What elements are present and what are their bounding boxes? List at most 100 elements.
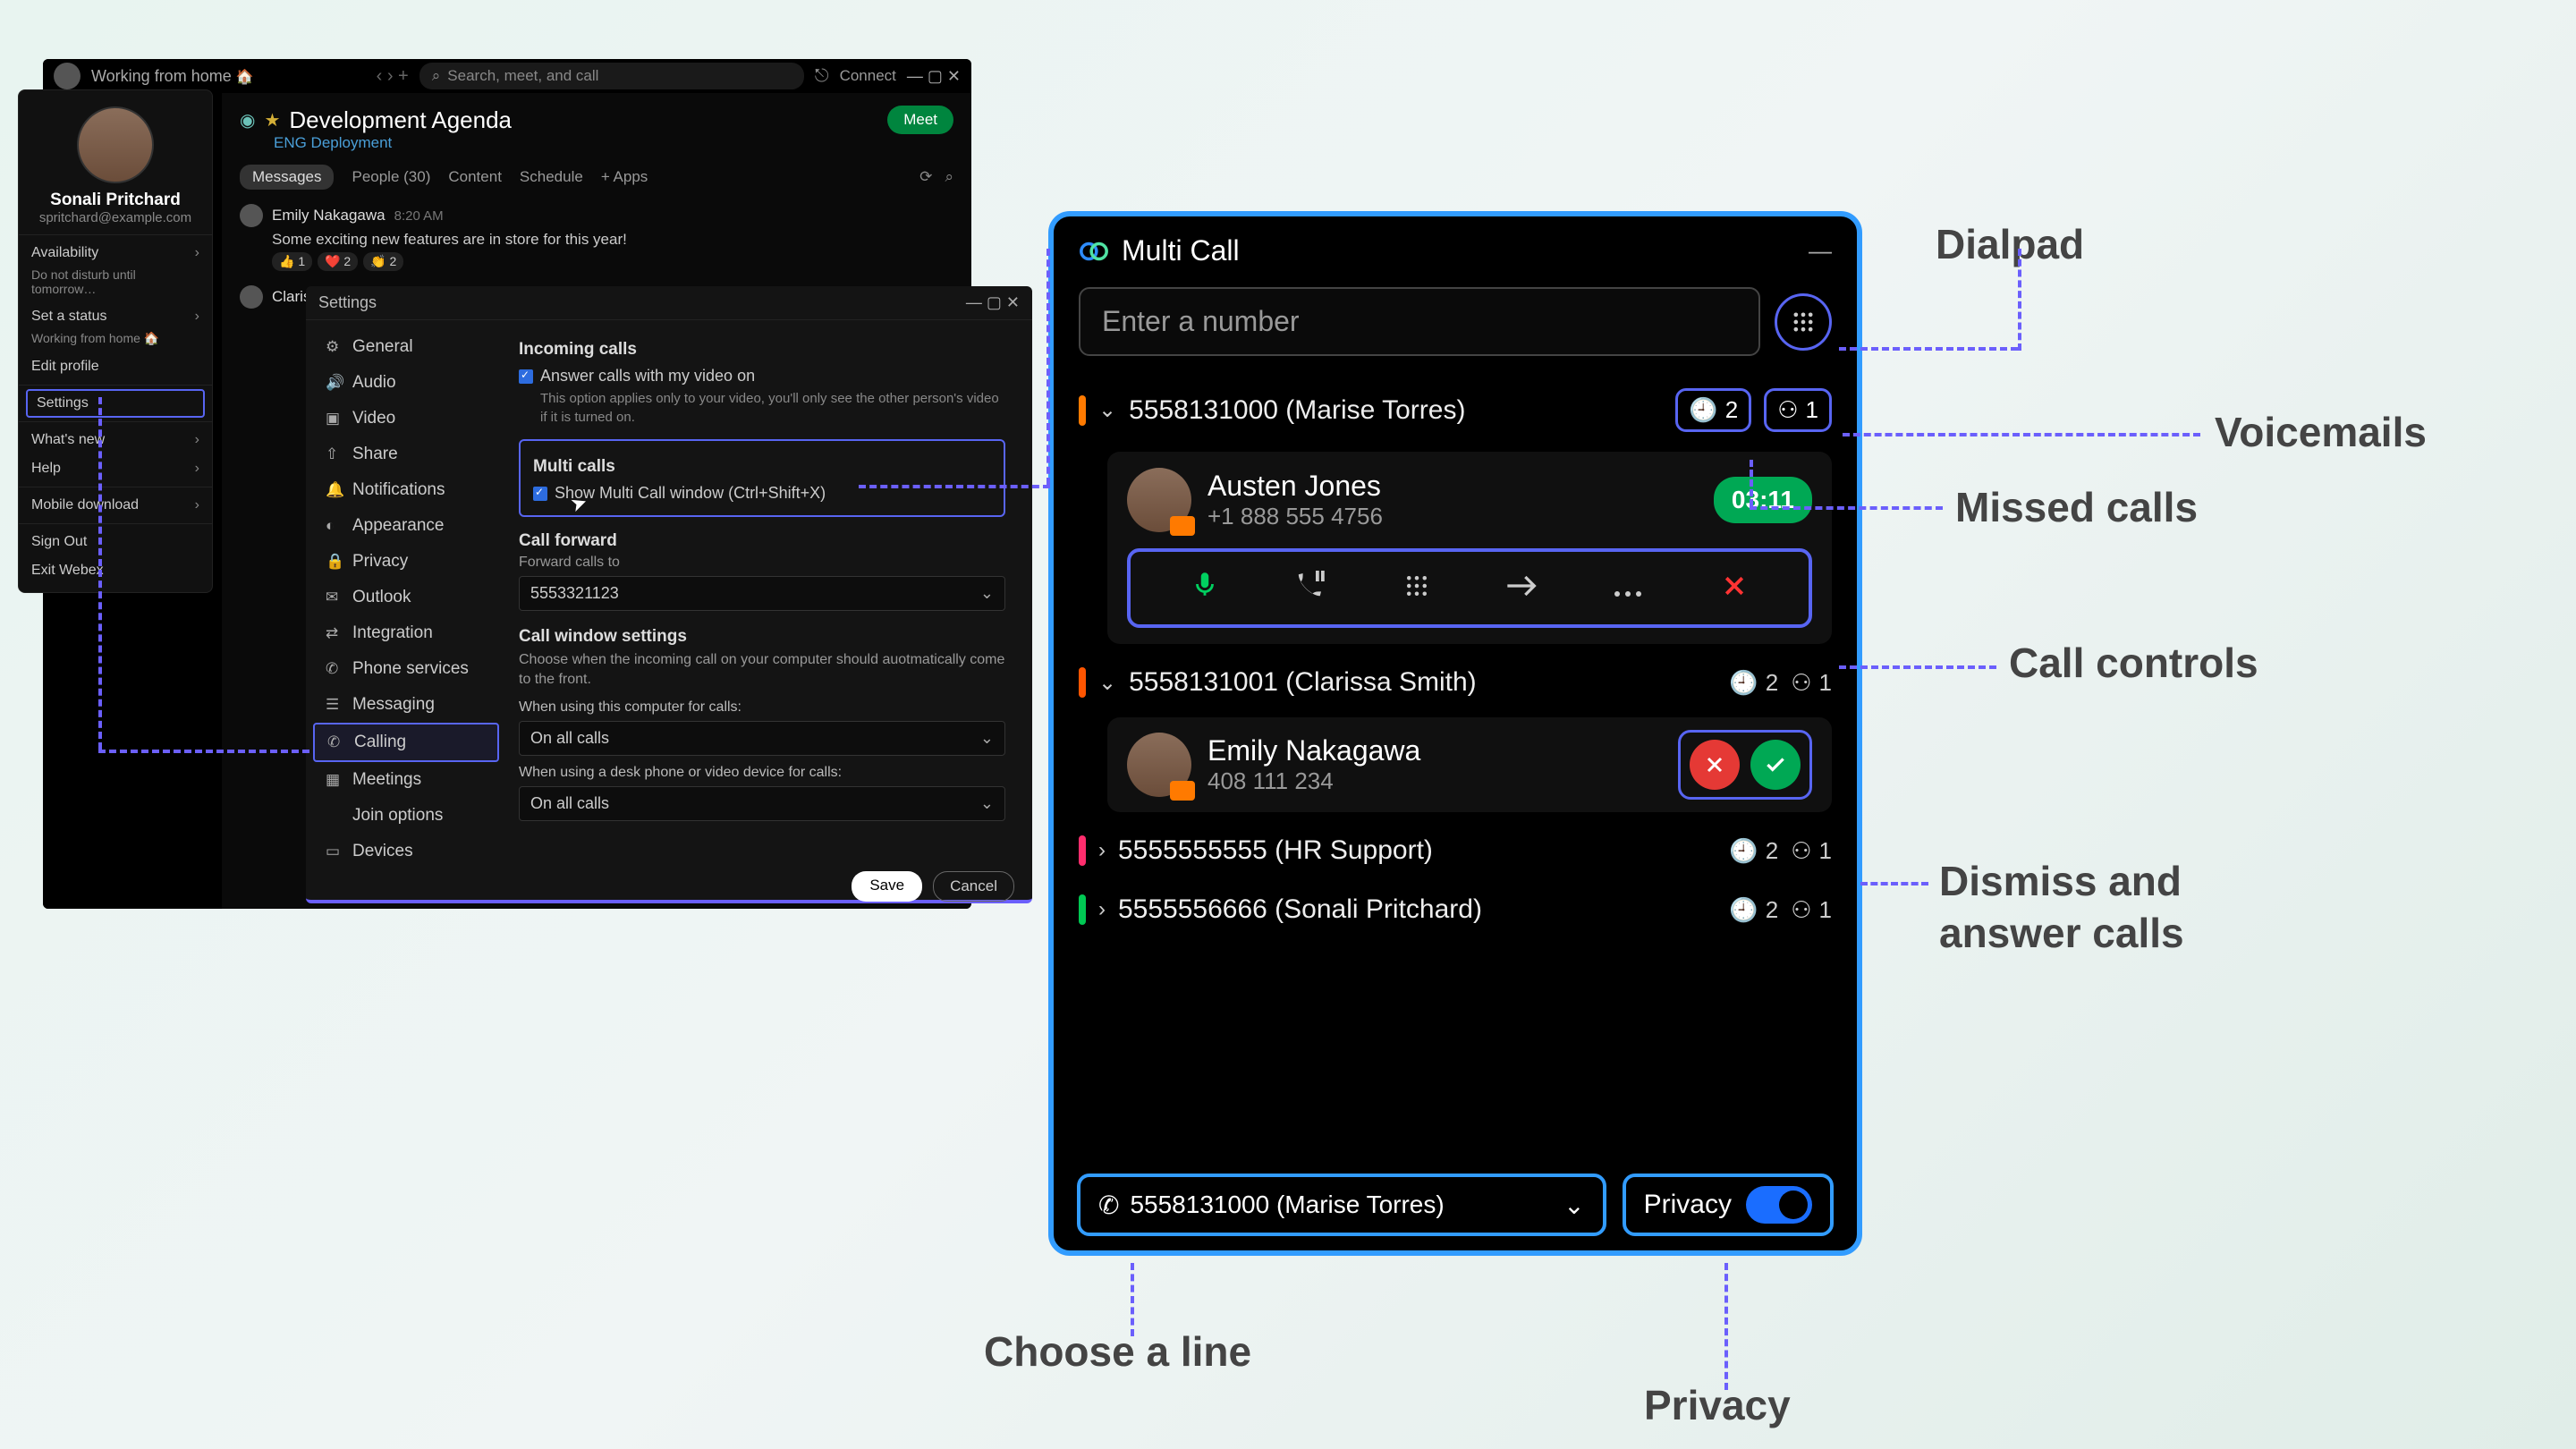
settings-item[interactable]: Settings: [26, 389, 205, 418]
leader-line: [1839, 665, 1996, 669]
chevron-down-icon[interactable]: ⌄: [1098, 397, 1116, 423]
connect-label[interactable]: Connect: [840, 67, 896, 85]
line-color-bar: [1079, 835, 1086, 866]
voicemail-badge[interactable]: ⚇1: [1791, 896, 1832, 924]
line-color-bar: [1079, 667, 1086, 698]
search-bar[interactable]: ⌕ Search, meet, and call: [419, 63, 804, 89]
nav-audio[interactable]: 🔊Audio: [313, 365, 499, 401]
nav-general[interactable]: ⚙General: [313, 329, 499, 365]
tab-people[interactable]: People (30): [352, 168, 430, 186]
checkbox-icon[interactable]: [519, 369, 533, 384]
nav-integration[interactable]: ⇄Integration: [313, 615, 499, 651]
missed-calls-badge[interactable]: 🕘2: [1729, 896, 1778, 924]
nav-appearance[interactable]: ◐Appearance: [313, 508, 499, 544]
line-label: 5558131001 (Clarissa Smith): [1129, 667, 1477, 698]
nav-notifications[interactable]: 🔔Notifications: [313, 472, 499, 508]
cancel-button[interactable]: Cancel: [933, 871, 1014, 902]
react[interactable]: ❤️ 2: [318, 252, 358, 271]
nav-arrows[interactable]: ‹ › +: [377, 66, 409, 87]
dial-input-row: Enter a number: [1054, 280, 1857, 374]
handset-icon: ✆: [1098, 1191, 1119, 1220]
chat-icons[interactable]: ⟳ ⌕: [919, 168, 953, 186]
decline-button[interactable]: [1690, 740, 1740, 790]
help-item[interactable]: Help›: [19, 454, 212, 483]
number-input[interactable]: Enter a number: [1079, 287, 1760, 356]
save-button[interactable]: Save: [852, 871, 922, 902]
react[interactable]: 👏 2: [363, 252, 403, 271]
status-value: Working from home 🏠: [19, 331, 212, 352]
missed-calls-badge[interactable]: 🕘2: [1675, 388, 1751, 432]
checkbox-icon[interactable]: [533, 487, 547, 501]
more-button[interactable]: [1605, 570, 1651, 607]
nav-video[interactable]: ▣Video: [313, 401, 499, 436]
nav-join-options[interactable]: Join options: [313, 798, 499, 834]
fwd-dropdown[interactable]: 5553321123⌄: [519, 576, 1005, 611]
settings-win-controls[interactable]: — ▢ ✕: [966, 293, 1020, 312]
dialpad-icon: [1791, 309, 1816, 335]
tab-content[interactable]: Content: [448, 168, 502, 186]
chevron-right-icon[interactable]: ›: [1098, 897, 1106, 922]
line-row-4[interactable]: › 5555556666 (Sonali Pritchard) 🕘2 ⚇1: [1054, 880, 1857, 939]
line-row-3[interactable]: › 5555555555 (HR Support) 🕘2 ⚇1: [1054, 821, 1857, 880]
multicall-title: Multi Call: [1122, 234, 1240, 267]
call-avatar: [1127, 468, 1191, 532]
desk-dropdown[interactable]: On all calls⌄: [519, 786, 1005, 821]
nav-share[interactable]: ⇧Share: [313, 436, 499, 472]
search-placeholder: Search, meet, and call: [447, 67, 598, 85]
status-row[interactable]: Set a status›: [19, 302, 212, 331]
tab-messages[interactable]: Messages: [240, 165, 334, 190]
mic-icon: [1190, 569, 1220, 599]
caller-name: Emily Nakagawa: [1208, 734, 1420, 767]
computer-dropdown[interactable]: On all calls⌄: [519, 721, 1005, 756]
privacy-toggle[interactable]: [1746, 1186, 1812, 1224]
whats-new[interactable]: What's new›: [19, 426, 212, 454]
sign-out[interactable]: Sign Out: [19, 528, 212, 556]
answer-video-checkbox[interactable]: Answer calls with my video on: [519, 367, 1005, 386]
answer-button[interactable]: [1750, 740, 1801, 790]
meet-button[interactable]: Meet: [887, 106, 953, 134]
voicemail-badge[interactable]: ⚇1: [1764, 388, 1832, 432]
end-call-button[interactable]: [1711, 570, 1758, 607]
tab-schedule[interactable]: Schedule: [520, 168, 583, 186]
mobile-download[interactable]: Mobile download›: [19, 491, 212, 520]
chevron-down-icon[interactable]: ⌄: [1098, 670, 1116, 696]
nav-meetings[interactable]: ▦Meetings: [313, 762, 499, 798]
settings-window: Settings — ▢ ✕ ⚙General 🔊Audio ▣Video ⇧S…: [306, 286, 1032, 903]
edit-profile[interactable]: Edit profile: [19, 352, 212, 381]
line-selector[interactable]: ✆ 5558131000 (Marise Torres) ⌄: [1077, 1174, 1606, 1236]
nav-phone-services[interactable]: ✆Phone services: [313, 651, 499, 687]
nav-privacy[interactable]: 🔒Privacy: [313, 544, 499, 580]
missed-calls-badge[interactable]: 🕘2: [1729, 669, 1778, 697]
chat-subtitle[interactable]: ENG Deployment: [274, 134, 953, 152]
keypad-button[interactable]: [1394, 570, 1440, 607]
nav-outlook[interactable]: ✉Outlook: [313, 580, 499, 615]
star-icon[interactable]: ★: [264, 109, 280, 131]
status-text[interactable]: Working from home 🏠: [91, 67, 254, 86]
window-controls[interactable]: — ▢ ✕: [907, 67, 961, 86]
dialpad-button[interactable]: [1775, 293, 1832, 351]
chevron-right-icon[interactable]: ›: [1098, 838, 1106, 863]
callout-voicemails: Voicemails: [2215, 408, 2427, 456]
react[interactable]: 👍 1: [272, 252, 312, 271]
video-icon: ▣: [326, 410, 342, 428]
multicall-header: Multi calls: [533, 457, 991, 477]
avatar[interactable]: [54, 63, 80, 89]
nav-messaging[interactable]: ☰Messaging: [313, 687, 499, 723]
voicemail-badge[interactable]: ⚇1: [1791, 837, 1832, 865]
mute-button[interactable]: [1182, 569, 1228, 607]
line-row-1[interactable]: ⌄ 5558131000 (Marise Torres) 🕘2 ⚇1: [1054, 374, 1857, 446]
bell-icon: 🔔: [326, 481, 342, 499]
line-row-2[interactable]: ⌄ 5558131001 (Clarissa Smith) 🕘2 ⚇1: [1054, 653, 1857, 712]
minimize-button[interactable]: —: [1809, 237, 1832, 265]
tab-apps[interactable]: + Apps: [601, 168, 648, 186]
availability-row[interactable]: Availability›: [19, 239, 212, 267]
transfer-button[interactable]: [1499, 570, 1546, 607]
nav-calling[interactable]: ✆Calling: [313, 723, 499, 762]
hold-button[interactable]: [1287, 568, 1334, 608]
nav-devices[interactable]: ▭Devices: [313, 834, 499, 869]
message-icon: ☰: [326, 696, 342, 714]
missed-calls-badge[interactable]: 🕘2: [1729, 837, 1778, 865]
exit-app[interactable]: Exit Webex: [19, 556, 212, 585]
voicemail-badge[interactable]: ⚇1: [1791, 669, 1832, 697]
reactions[interactable]: 👍 1 ❤️ 2 👏 2: [272, 252, 953, 271]
